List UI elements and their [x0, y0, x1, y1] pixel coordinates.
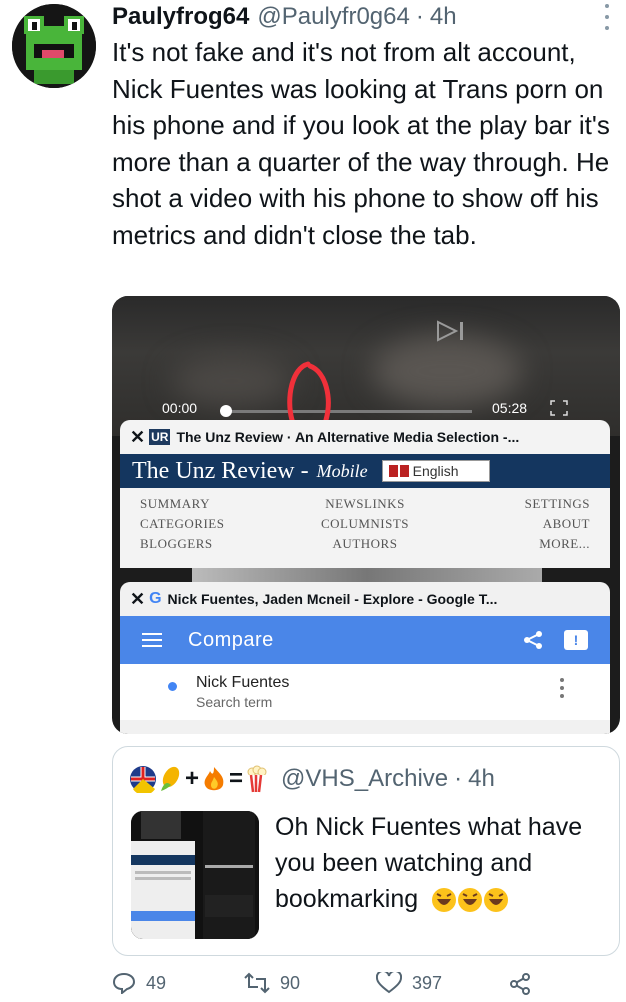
nav-link[interactable]: CATEGORIES	[140, 516, 290, 532]
share-icon	[510, 973, 530, 995]
video-blur	[172, 356, 292, 406]
user-handle[interactable]: @Paulyfr0g64	[257, 3, 409, 31]
quoted-text: Oh Nick Fuentes what have you been watch…	[275, 809, 605, 917]
compare-label: Compare	[188, 628, 274, 651]
avatar[interactable]	[12, 4, 96, 88]
unz-favicon-icon: UR	[149, 429, 171, 445]
search-term-row[interactable]: Nick Fuentes Search term	[120, 664, 610, 720]
fullscreen-icon	[550, 400, 568, 416]
tab-title: Nick Fuentes, Jaden Mcneil - Explore - G…	[167, 591, 498, 607]
quoted-time[interactable]: 4h	[468, 765, 495, 793]
menu-icon[interactable]	[142, 633, 162, 647]
term-sub: Search term	[196, 694, 273, 710]
series-dot-icon	[168, 682, 177, 691]
like-count: 397	[412, 972, 443, 993]
close-tab-icon[interactable]: ✕	[130, 427, 145, 448]
action-bar: 49 90 397	[112, 972, 612, 1002]
reply-button[interactable]: 49	[112, 972, 166, 994]
share-icon[interactable]	[522, 630, 544, 650]
reply-count: 49	[146, 972, 167, 993]
nav-link[interactable]: MORE...	[440, 536, 590, 552]
nav-link[interactable]: NEWSLINKS	[290, 496, 440, 512]
page-strip	[192, 568, 542, 582]
language-select[interactable]: English	[381, 460, 490, 482]
nav-link[interactable]: ABOUT	[440, 516, 590, 532]
frog-avatar-icon	[12, 4, 96, 88]
nav-link[interactable]: COLUMNISTS	[290, 516, 440, 532]
play-bar[interactable]	[224, 410, 472, 413]
term-name: Nick Fuentes	[196, 674, 290, 691]
tweet-media[interactable]: 00:00 05:28 ✕ UR The Unz Review · An Alt…	[112, 296, 620, 734]
display-name[interactable]: Paulyfrog64	[112, 3, 249, 31]
nav-link[interactable]: SETTINGS	[440, 496, 590, 512]
rofl-emojis	[431, 887, 509, 913]
thumbnail-preview-icon	[131, 811, 259, 939]
rofl-emoji-icon	[484, 888, 509, 913]
language-label: English	[412, 463, 459, 479]
flag-emoji-icon	[130, 766, 156, 793]
quoted-tweet[interactable]: + = @VHS_Archive · 4h Oh Nick Fuentes wh…	[112, 746, 620, 956]
like-button[interactable]: 397	[376, 972, 442, 994]
unz-banner: The Unz Review - Mobile English	[120, 454, 610, 488]
play-bar-knob[interactable]	[220, 405, 232, 417]
quoted-handle[interactable]: @VHS_Archive	[281, 765, 448, 793]
time-elapsed: 00:00	[162, 400, 198, 416]
close-tab-icon[interactable]: ✕	[130, 589, 145, 610]
heart-icon	[376, 972, 402, 994]
more-options-icon[interactable]	[560, 678, 564, 698]
site-subtitle: Mobile	[316, 460, 368, 481]
google-favicon-icon: G	[149, 590, 162, 607]
tab-title-bar: ✕ G Nick Fuentes, Jaden Mcneil - Explore…	[120, 582, 610, 616]
equals-sign: =	[229, 765, 244, 792]
more-options-icon[interactable]	[604, 4, 610, 30]
skip-next-icon	[437, 320, 463, 342]
retweet-count: 90	[280, 972, 301, 993]
time-total: 05:28	[492, 400, 528, 416]
quoted-media-thumbnail[interactable]	[131, 811, 259, 939]
video-blur	[372, 336, 522, 406]
nav-link[interactable]: AUTHORS	[290, 536, 440, 552]
browser-tab-unz[interactable]: ✕ UR The Unz Review · An Alternative Med…	[120, 420, 610, 568]
tweet-time[interactable]: 4h	[430, 3, 457, 31]
retweet-icon	[244, 972, 270, 994]
reply-icon	[112, 972, 136, 994]
quoted-header: + = @VHS_Archive · 4h	[129, 765, 495, 793]
uk-flag-icon	[388, 465, 409, 477]
tweet-text: It's not fake and it's not from alt acco…	[112, 37, 610, 250]
separator-dot: ·	[454, 765, 463, 792]
fire-emoji-icon	[204, 767, 224, 791]
tab-title: The Unz Review · An Alternative Media Se…	[176, 429, 520, 445]
feedback-icon[interactable]: !	[564, 630, 588, 650]
site-title: The Unz Review -	[132, 457, 309, 484]
rofl-emoji-icon	[458, 888, 483, 913]
share-button[interactable]	[508, 972, 542, 996]
nav-link[interactable]: SUMMARY	[140, 496, 290, 512]
tab-title-bar: ✕ UR The Unz Review · An Alternative Med…	[120, 420, 610, 454]
corn-emoji-icon	[161, 766, 180, 791]
browser-tab-google[interactable]: ✕ G Nick Fuentes, Jaden Mcneil - Explore…	[120, 582, 610, 734]
retweet-button[interactable]: 90	[244, 972, 300, 994]
quoted-text-body: Oh Nick Fuentes what have you been watch…	[275, 813, 583, 913]
plus-sign: +	[185, 765, 200, 792]
quoted-avatar-emojis: + =	[129, 765, 269, 793]
separator-dot: ·	[415, 3, 424, 30]
video-frame: 00:00 05:28	[112, 296, 620, 439]
compare-bar: Compare !	[120, 616, 610, 664]
nav-link[interactable]: BLOGGERS	[140, 536, 290, 552]
tweet-header: Paulyfrog64 @Paulyfr0g64 · 4h	[112, 0, 457, 34]
unz-nav: SUMMARY NEWSLINKS SETTINGS CATEGORIES CO…	[120, 488, 610, 552]
popcorn-emoji-icon	[247, 765, 267, 793]
rofl-emoji-icon	[432, 888, 457, 913]
